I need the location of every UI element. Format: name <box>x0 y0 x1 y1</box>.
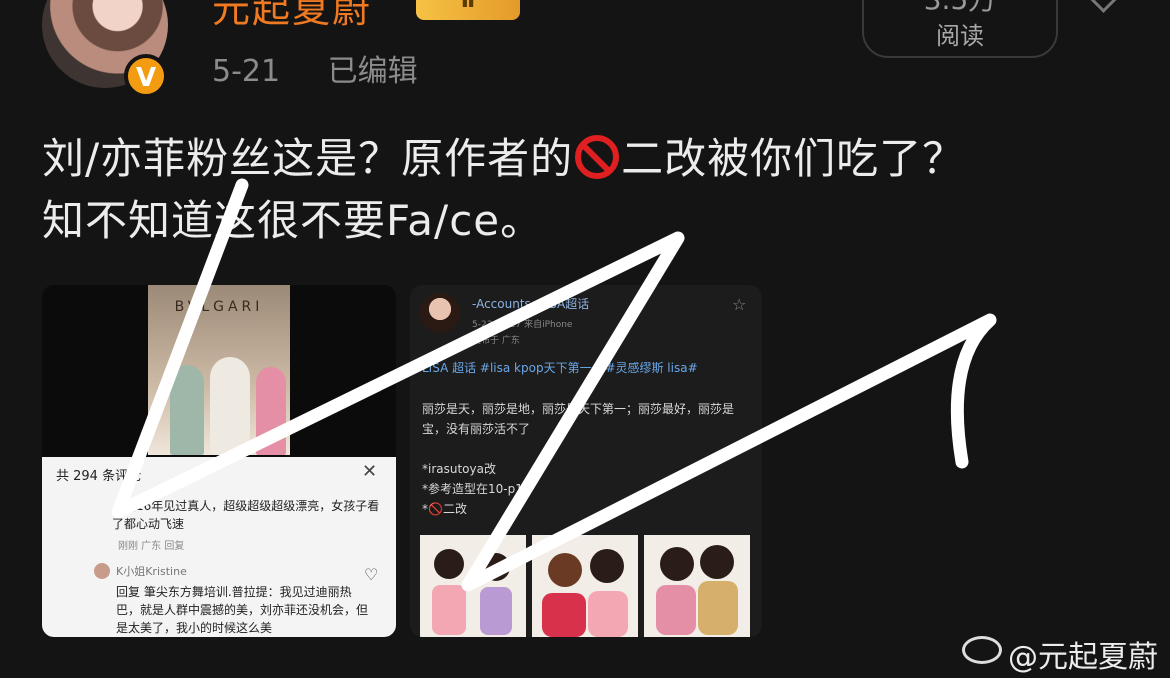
scribble-stroke <box>111 178 997 592</box>
weibo-icon <box>962 636 1002 664</box>
watermark: @元起夏蔚 <box>1008 640 1158 675</box>
scribble-overlay <box>111 178 997 592</box>
